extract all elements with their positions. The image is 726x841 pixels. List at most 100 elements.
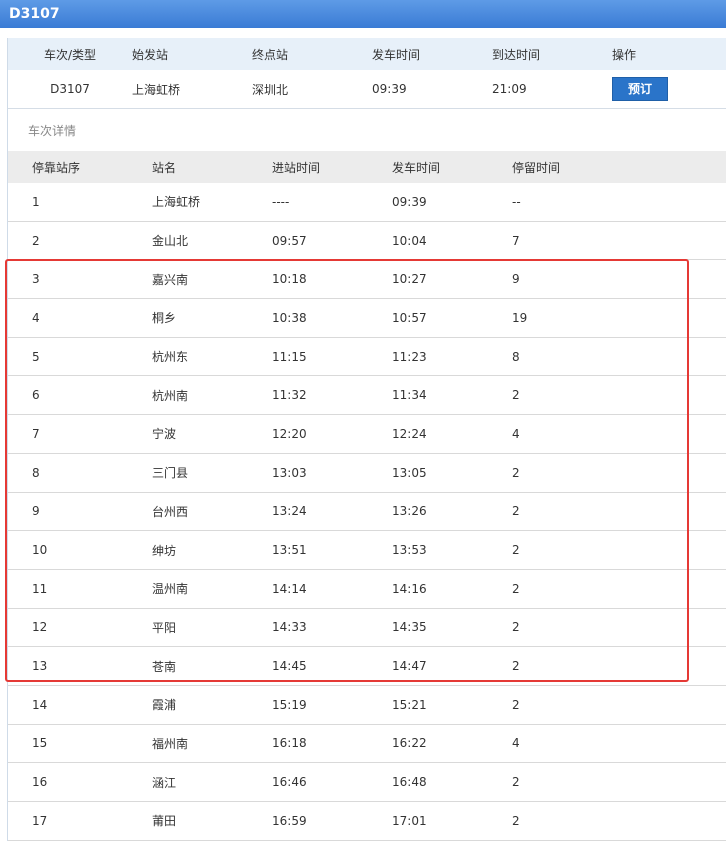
table-row: 15 福州南 16:18 16:22 4: [8, 725, 726, 764]
stop-duration: 2: [512, 813, 520, 828]
stop-station: 上海虹桥: [152, 195, 201, 210]
stop-duration: 2: [512, 659, 520, 674]
stop-duration: 19: [512, 310, 528, 325]
stop-duration: 2: [512, 388, 520, 403]
details-header-seq: 停靠站序: [32, 160, 81, 175]
stop-seq: 16: [32, 775, 48, 790]
stop-station: 温州南: [152, 582, 189, 597]
stop-depart: 15:21: [392, 697, 427, 712]
arrive-time: 21:09: [492, 82, 527, 96]
train-panel: 车次/类型 始发站 终点站 发车时间 到达时间 操作 D3107 上海虹桥 深圳…: [7, 38, 726, 841]
stop-duration: 2: [512, 620, 520, 635]
details-rows: 1 上海虹桥 ---- 09:39 -- 2 金山北 09:57 10:04 7 3 嘉兴南 10:18…: [8, 183, 726, 841]
table-row: 1 上海虹桥 ---- 09:39 --: [8, 183, 726, 222]
stop-arrive: 10:38: [272, 310, 307, 325]
table-row: 14 霞浦 15:19 15:21 2: [8, 686, 726, 725]
summary-header-origin: 始发站: [132, 47, 169, 62]
origin-station: 上海虹桥: [132, 82, 181, 97]
summary-header: 车次/类型 始发站 终点站 发车时间 到达时间 操作: [8, 38, 726, 70]
stop-duration: 2: [512, 543, 520, 558]
stop-seq: 7: [32, 426, 40, 441]
stop-arrive: 14:14: [272, 581, 307, 596]
details-header-arrive: 进站时间: [272, 160, 321, 175]
stop-duration: 4: [512, 736, 520, 751]
stop-duration: 4: [512, 426, 520, 441]
stop-arrive: 10:18: [272, 272, 307, 287]
table-row: 7 宁波 12:20 12:24 4: [8, 415, 726, 454]
stop-seq: 3: [32, 272, 40, 287]
destination-station: 深圳北: [252, 82, 289, 97]
stop-seq: 6: [32, 388, 40, 403]
stop-station: 平阳: [152, 620, 177, 635]
stop-arrive: 14:45: [272, 659, 307, 674]
table-row: 3 嘉兴南 10:18 10:27 9: [8, 260, 726, 300]
stop-arrive: 11:32: [272, 388, 307, 403]
stop-depart: 11:23: [392, 349, 427, 364]
train-number: D3107: [50, 82, 90, 96]
action-cell: 预订: [612, 77, 722, 101]
stop-duration: --: [512, 194, 521, 209]
stop-seq: 10: [32, 543, 48, 558]
stop-duration: 2: [512, 697, 520, 712]
section-label-details: 车次详情: [28, 124, 77, 138]
stop-duration: 2: [512, 581, 520, 596]
stop-depart: 13:26: [392, 504, 427, 519]
table-row: 16 涵江 16:46 16:48 2: [8, 763, 726, 802]
summary-header-destination: 终点站: [252, 47, 289, 62]
stop-depart: 14:47: [392, 659, 427, 674]
table-row: 10 绅坊 13:51 13:53 2: [8, 531, 726, 570]
stop-station: 苍南: [152, 659, 177, 674]
summary-header-train: 车次/类型: [43, 47, 97, 62]
stop-arrive: 09:57: [272, 233, 307, 248]
summary-header-action: 操作: [612, 47, 637, 62]
stop-arrive: 16:18: [272, 736, 307, 751]
stop-seq: 15: [32, 736, 48, 751]
stop-duration: 8: [512, 349, 520, 364]
stop-station: 福州南: [152, 736, 189, 751]
stop-depart: 16:48: [392, 775, 427, 790]
stop-arrive: 11:15: [272, 349, 307, 364]
table-row: 9 台州西 13:24 13:26 2: [8, 493, 726, 532]
stop-seq: 17: [32, 813, 48, 828]
stop-station: 杭州南: [152, 388, 189, 403]
window-title: D3107: [0, 0, 726, 28]
stop-depart: 17:01: [392, 813, 427, 828]
stop-duration: 2: [512, 504, 520, 519]
stop-depart: 13:53: [392, 543, 427, 558]
stop-seq: 12: [32, 620, 48, 635]
table-row: 17 莆田 16:59 17:01 2: [8, 802, 726, 841]
table-row: 8 三门县 13:03 13:05 2: [8, 454, 726, 493]
stop-seq: 14: [32, 697, 48, 712]
stop-seq: 13: [32, 659, 48, 674]
stop-arrive: 15:19: [272, 697, 307, 712]
stop-arrive: 13:03: [272, 465, 307, 480]
stop-depart: 10:57: [392, 310, 427, 325]
table-row: 2 金山北 09:57 10:04 7: [8, 222, 726, 261]
stop-depart: 16:22: [392, 736, 427, 751]
details-header-station: 站名: [152, 160, 177, 175]
stop-station: 桐乡: [152, 311, 177, 326]
stop-seq: 9: [32, 504, 40, 519]
stop-arrive: 13:24: [272, 504, 307, 519]
table-row: 4 桐乡 10:38 10:57 19: [8, 299, 726, 338]
stop-arrive: 16:46: [272, 775, 307, 790]
stop-seq: 4: [32, 310, 40, 325]
stop-depart: 10:04: [392, 233, 427, 248]
stop-arrive: 16:59: [272, 813, 307, 828]
summary-row: D3107 上海虹桥 深圳北 09:39 21:09 预订: [8, 70, 726, 109]
stop-depart: 09:39: [392, 194, 427, 209]
stop-station: 宁波: [152, 427, 177, 442]
table-row: 5 杭州东 11:15 11:23 8: [8, 338, 726, 377]
table-row: 13 苍南 14:45 14:47 2: [8, 647, 726, 686]
summary-header-arrive: 到达时间: [492, 47, 541, 62]
stop-station: 金山北: [152, 234, 189, 249]
stop-duration: 9: [512, 272, 520, 287]
stop-station: 杭州东: [152, 350, 189, 365]
stop-seq: 11: [32, 581, 48, 596]
stop-arrive: 13:51: [272, 543, 307, 558]
stop-seq: 2: [32, 233, 40, 248]
book-button[interactable]: 预订: [612, 77, 668, 101]
stop-duration: 2: [512, 775, 520, 790]
stop-duration: 7: [512, 233, 520, 248]
stop-seq: 5: [32, 349, 40, 364]
